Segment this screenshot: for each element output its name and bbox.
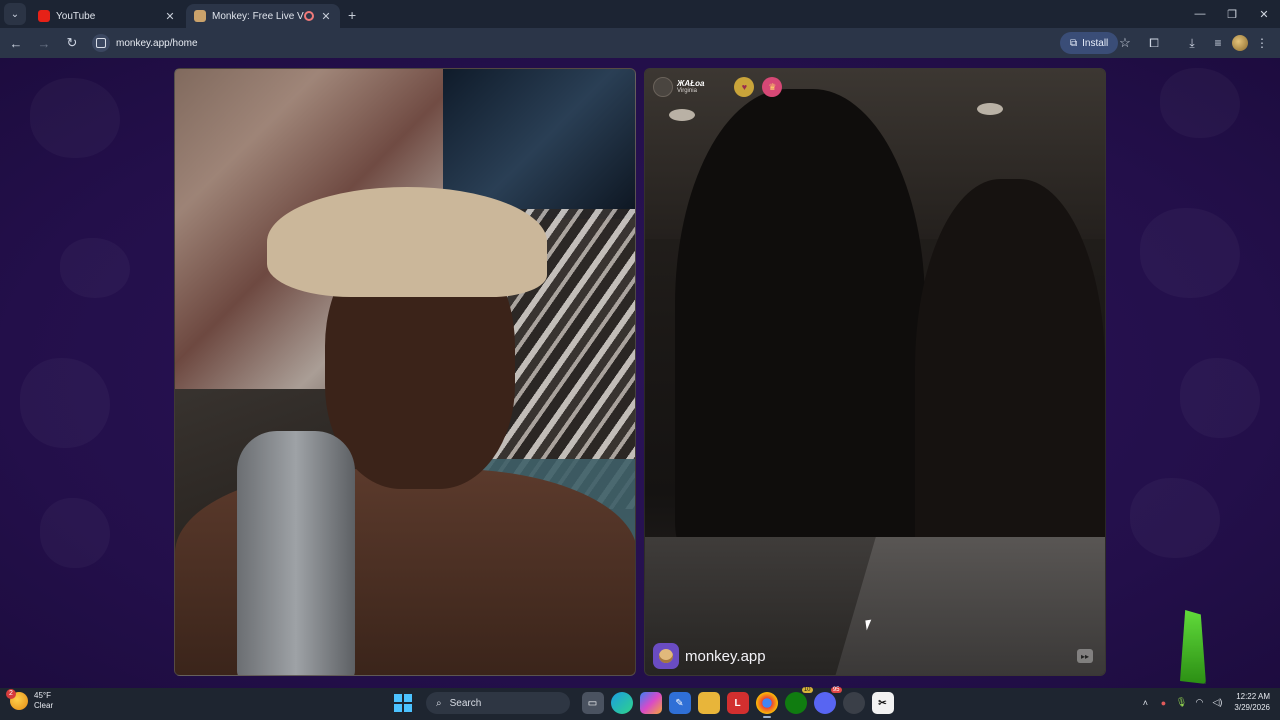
site-info-icon[interactable] xyxy=(92,34,110,52)
peer-location: Virginia xyxy=(677,88,697,94)
ceiling-light xyxy=(669,109,695,121)
restore-icon[interactable]: ❐ xyxy=(1216,0,1248,28)
window-controls: — ❐ ✕ xyxy=(1184,0,1280,28)
system-tray: ˄ ● 🎙 ◠ ◁) 12:22 AM 3/29/2026 xyxy=(1136,692,1270,714)
close-tab-icon[interactable]: ✕ xyxy=(320,10,332,23)
chrome-icon[interactable] xyxy=(755,692,778,718)
browser-toolbar: ← → ↻ monkey.app/home ⧉ Install ☆ ⧠ ⤓ ≡ … xyxy=(0,28,1280,58)
peer-info[interactable]: ЖAŁoa Virginia ♥ ♛ xyxy=(653,77,783,97)
clock-time: 12:22 AM xyxy=(1236,692,1270,701)
search-placeholder: Search xyxy=(449,697,482,709)
local-video-feed xyxy=(174,68,636,676)
clock[interactable]: 12:22 AM 3/29/2026 xyxy=(1234,692,1270,714)
microphone-icon[interactable]: 🎙 xyxy=(1172,693,1190,713)
install-icon: ⧉ xyxy=(1070,37,1078,49)
microphone xyxy=(237,431,355,675)
gift-badge-icon[interactable]: ♛ xyxy=(762,77,783,97)
weather-widget[interactable]: 2 45°F Clear xyxy=(6,688,54,710)
search-icon: ⌕ xyxy=(436,697,442,709)
discord-badge: 95 xyxy=(830,687,842,693)
discord-icon[interactable]: 95 xyxy=(813,687,842,714)
peer-name: ЖAŁoa xyxy=(677,79,705,88)
recording-indicator-icon xyxy=(304,11,314,21)
tab-monkey[interactable]: Monkey: Free Live Video Ch ✕ xyxy=(186,4,340,28)
tab-youtube[interactable]: YouTube ✕ xyxy=(30,4,184,28)
background-blob xyxy=(1140,208,1240,298)
remote-video-feed: ЖAŁoa Virginia ♥ ♛ monkey.app ▸▸ xyxy=(644,68,1106,676)
obs-icon[interactable] xyxy=(842,692,865,714)
app-icon[interactable]: ✎ xyxy=(668,692,691,714)
tab-title: Monkey: Free Live Video Ch xyxy=(212,10,304,22)
heart-badge-icon[interactable]: ♥ xyxy=(734,77,755,97)
background-blob xyxy=(60,238,130,298)
mouse-cursor-icon xyxy=(865,619,873,631)
xbox-icon[interactable]: 10 xyxy=(784,687,813,714)
toolbar-actions: ⧠ ⤓ ≡ ⋮ xyxy=(1140,32,1274,54)
youtube-favicon-icon xyxy=(38,10,50,22)
profile-avatar[interactable] xyxy=(1232,35,1248,51)
downloads-icon[interactable]: ⤓ xyxy=(1180,32,1204,54)
file-explorer-icon[interactable] xyxy=(697,692,720,714)
weather-sun-icon: 2 xyxy=(6,688,28,710)
app-l-icon[interactable]: L xyxy=(726,692,749,714)
install-label: Install xyxy=(1082,37,1109,49)
tray-app-icon[interactable]: ● xyxy=(1154,693,1172,713)
monkey-watermark: monkey.app xyxy=(653,643,766,669)
minimize-icon[interactable]: — xyxy=(1184,0,1216,28)
back-button[interactable]: ← xyxy=(4,31,28,55)
monkey-logo-icon xyxy=(653,643,679,669)
xbox-badge: 10 xyxy=(801,687,813,693)
background-blob xyxy=(1180,358,1260,438)
close-window-icon[interactable]: ✕ xyxy=(1248,0,1280,28)
install-app-button[interactable]: ⧉ Install xyxy=(1060,32,1119,54)
extensions-icon[interactable]: ⧠ xyxy=(1142,32,1166,54)
weather-temp: 45°F xyxy=(34,691,51,700)
background-blob xyxy=(1160,68,1240,138)
ceiling-light xyxy=(977,103,1003,115)
clock-date: 3/29/2026 xyxy=(1234,702,1270,712)
tab-search-button[interactable]: ⌄ xyxy=(4,3,26,25)
monkey-favicon-icon xyxy=(194,10,206,22)
person-cap xyxy=(267,187,547,297)
windows-taskbar: 2 45°F Clear ⌕ Search ▭ ✎ L 10 95 ✂ ˄ ● … xyxy=(0,687,1280,720)
capcut-icon[interactable]: ✂ xyxy=(871,692,894,714)
neon-decoration xyxy=(1180,610,1206,684)
background-blob xyxy=(1130,478,1220,558)
remote-person xyxy=(915,179,1105,599)
fast-forward-icon[interactable]: ▸▸ xyxy=(1077,649,1093,663)
browser-tab-strip: ⌄ YouTube ✕ Monkey: Free Live Video Ch ✕… xyxy=(0,0,1280,28)
new-tab-button[interactable]: + xyxy=(348,7,356,23)
background-blob xyxy=(40,498,110,568)
monkey-chat-page: ЖAŁoa Virginia ♥ ♛ monkey.app ▸▸ xyxy=(0,58,1280,688)
volume-icon[interactable]: ◁) xyxy=(1208,693,1226,713)
remote-person xyxy=(675,89,925,569)
menu-icon[interactable]: ⋮ xyxy=(1250,32,1274,54)
weather-alert-badge: 2 xyxy=(6,688,16,699)
taskbar-apps: ⌕ Search ▭ ✎ L 10 95 ✂ xyxy=(394,687,897,718)
tab-title: YouTube xyxy=(56,10,96,22)
close-tab-icon[interactable]: ✕ xyxy=(164,10,176,23)
wifi-icon[interactable]: ◠ xyxy=(1190,693,1208,713)
reload-button[interactable]: ↻ xyxy=(60,31,84,55)
media-controls-icon[interactable]: ≡ xyxy=(1206,32,1230,54)
edge-icon[interactable] xyxy=(610,692,633,714)
copilot-icon[interactable] xyxy=(639,692,662,714)
weather-condition: Clear xyxy=(34,700,54,710)
bookmark-star-icon[interactable]: ☆ xyxy=(1116,32,1134,54)
background-blob xyxy=(30,78,120,158)
address-bar[interactable]: monkey.app/home xyxy=(92,32,1052,54)
task-view-icon[interactable]: ▭ xyxy=(581,692,604,714)
chevron-up-icon[interactable]: ˄ xyxy=(1136,693,1154,713)
taskbar-search[interactable]: ⌕ Search xyxy=(426,692,570,714)
forward-button[interactable]: → xyxy=(32,31,56,55)
start-button[interactable] xyxy=(394,694,412,712)
background-blob xyxy=(20,358,110,448)
url-text: monkey.app/home xyxy=(116,37,198,49)
watermark-text: monkey.app xyxy=(685,647,766,665)
peer-avatar[interactable] xyxy=(653,77,673,97)
